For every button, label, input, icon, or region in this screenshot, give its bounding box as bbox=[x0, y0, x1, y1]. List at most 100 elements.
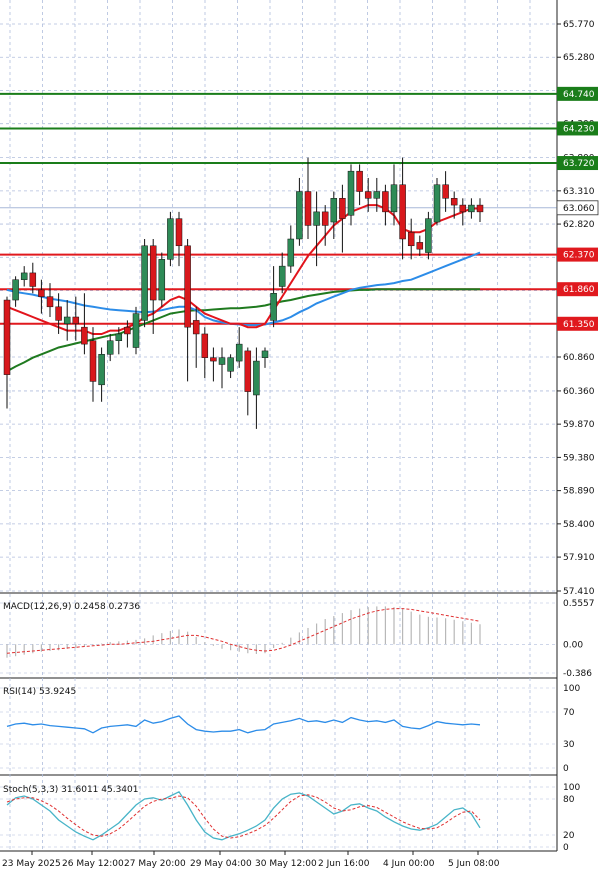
candle-up bbox=[235, 343, 243, 362]
price-tick-label: 59.380 bbox=[563, 453, 595, 463]
price-tick-label: 65.280 bbox=[563, 53, 595, 63]
indicator-tick-label: 0 bbox=[563, 764, 569, 774]
candle-up bbox=[115, 333, 123, 341]
candle-up bbox=[425, 218, 432, 253]
indicators bbox=[6, 606, 481, 841]
level-label: 61.860 bbox=[563, 285, 595, 295]
x-axis-label: 30 May 12:00 bbox=[255, 859, 317, 869]
candle-up bbox=[132, 313, 140, 348]
macd-title: MACD(12,26,9) 0.2458 0.2736 bbox=[3, 602, 140, 612]
level-label: 64.230 bbox=[563, 124, 595, 134]
indicator-tick-label: 30 bbox=[563, 740, 575, 750]
candle-down bbox=[46, 296, 54, 308]
candle-up bbox=[253, 360, 260, 396]
x-axis-label: 4 Jun 00:00 bbox=[383, 859, 435, 869]
forex-chart: 65.77065.28064.79064.30063.80063.31062.8… bbox=[0, 0, 600, 877]
candle-down bbox=[450, 198, 458, 206]
indicator-tick-label: -0.386 bbox=[563, 669, 592, 679]
candle-down bbox=[184, 245, 191, 328]
indicator-tick-label: 100 bbox=[563, 783, 580, 793]
x-axis-label: 27 May 20:00 bbox=[124, 859, 186, 869]
candle-down bbox=[304, 191, 312, 226]
candle-down bbox=[442, 184, 449, 199]
candle-up bbox=[218, 357, 226, 365]
candle-up bbox=[313, 211, 320, 226]
candle-down bbox=[244, 350, 252, 392]
candle-down bbox=[29, 272, 37, 287]
level-label: 62.370 bbox=[563, 251, 595, 261]
price-tick-label: 63.310 bbox=[563, 187, 595, 197]
stoch-title: Stoch(5,3,3) 31.6011 45.3401 bbox=[3, 785, 138, 795]
level-label: 63.720 bbox=[563, 159, 595, 169]
candle-up bbox=[98, 354, 105, 386]
indicator-tick-label: 0 bbox=[563, 843, 569, 853]
indicator-tick-label: 0.00 bbox=[563, 640, 583, 650]
candle-down bbox=[364, 191, 372, 199]
indicator-tick-label: 0.5557 bbox=[563, 599, 595, 609]
candle-down bbox=[416, 242, 424, 250]
candle-down bbox=[210, 357, 217, 362]
candle-up bbox=[373, 191, 381, 199]
candle-down bbox=[175, 218, 183, 247]
candle-down bbox=[55, 306, 62, 321]
candle-up bbox=[20, 272, 28, 280]
candle-down bbox=[476, 204, 484, 213]
candle-up bbox=[261, 350, 269, 358]
x-axis-label: 2 Jun 16:00 bbox=[318, 859, 370, 869]
x-axis-label: 5 Jun 08:00 bbox=[448, 859, 500, 869]
price-tick-label: 62.820 bbox=[563, 220, 595, 230]
x-axis-label: 29 May 04:00 bbox=[190, 859, 252, 869]
price-tick-label: 57.410 bbox=[563, 587, 595, 597]
candle-up bbox=[296, 191, 303, 240]
price-tick-label: 60.360 bbox=[563, 387, 595, 397]
candle-down bbox=[201, 333, 209, 358]
candle-down bbox=[72, 316, 80, 325]
indicator-tick-label: 80 bbox=[563, 795, 575, 805]
rsi-title: RSI(14) 53.9245 bbox=[3, 687, 76, 697]
candle-down bbox=[459, 204, 467, 213]
price-tick-label: 58.400 bbox=[563, 520, 595, 530]
x-axis-label: 26 May 12:00 bbox=[62, 859, 124, 869]
price-tick-label: 65.770 bbox=[563, 20, 595, 30]
candle-down bbox=[382, 191, 389, 213]
indicator-tick-label: 70 bbox=[563, 708, 575, 718]
chart-canvas: 65.77065.28064.79064.30063.80063.31062.8… bbox=[0, 0, 599, 869]
candle-up bbox=[106, 340, 114, 355]
candle-down bbox=[81, 326, 88, 345]
candle-down bbox=[339, 198, 346, 219]
candle-down bbox=[3, 299, 11, 375]
price-axis: 65.77065.28064.79064.30063.80063.31062.8… bbox=[2, 20, 595, 869]
candlesticks bbox=[3, 157, 484, 429]
candle-up bbox=[468, 204, 475, 213]
price-tick-label: 60.860 bbox=[563, 353, 595, 363]
candle-down bbox=[356, 170, 363, 192]
price-tick-label: 59.870 bbox=[563, 420, 595, 430]
current-price-label: 63.060 bbox=[563, 204, 595, 214]
candle-up bbox=[433, 184, 441, 223]
candle-up bbox=[158, 259, 166, 301]
candle-up bbox=[270, 293, 277, 321]
candle-up bbox=[227, 357, 234, 372]
level-label: 61.350 bbox=[563, 320, 595, 330]
candle-down bbox=[399, 184, 406, 240]
candle-up bbox=[347, 170, 355, 216]
candle-down bbox=[124, 326, 131, 335]
candle-down bbox=[149, 245, 157, 301]
candle-down bbox=[192, 320, 200, 335]
candle-down bbox=[321, 211, 329, 226]
indicator-tick-label: 20 bbox=[563, 831, 575, 841]
level-label: 64.740 bbox=[563, 90, 595, 100]
candle-up bbox=[287, 238, 295, 267]
price-tick-label: 58.890 bbox=[563, 487, 595, 497]
candle-up bbox=[12, 279, 19, 301]
indicator-tick-label: 100 bbox=[563, 684, 580, 694]
candle-up bbox=[278, 265, 286, 287]
price-tick-label: 57.910 bbox=[563, 553, 595, 563]
candle-up bbox=[141, 245, 148, 321]
candle-down bbox=[407, 231, 415, 247]
x-axis-label: 23 May 2025 bbox=[2, 859, 61, 869]
level-labels: 64.740 64.230 63.720 62.370 61.860 61.350 63.0… bbox=[556, 86, 599, 331]
candle-up bbox=[167, 218, 174, 260]
rsi-line bbox=[6, 715, 481, 734]
candle-down bbox=[89, 340, 97, 382]
